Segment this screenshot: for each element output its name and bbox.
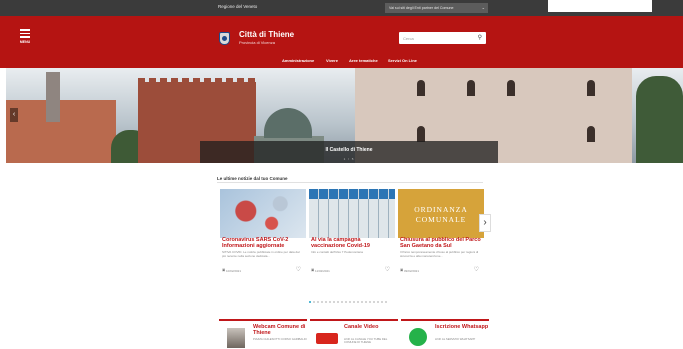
hero-bell-tower xyxy=(46,72,60,122)
news-card-title[interactable]: Coronavirus SARS CoV-2 Informazioni aggi… xyxy=(222,237,306,249)
heart-icon[interactable]: ♡ xyxy=(474,266,479,273)
slider-prev-button[interactable]: ‹ xyxy=(10,108,18,122)
slide-caption-title[interactable]: Il Castello di Thiene xyxy=(200,147,498,153)
pager-dot[interactable] xyxy=(341,301,343,303)
city-crest-logo[interactable] xyxy=(219,32,230,45)
divider xyxy=(217,182,483,183)
hero-slider[interactable]: ‹ Il Castello di Thiene 1 / 5 xyxy=(6,68,683,163)
hamburger-icon-bar xyxy=(20,36,30,38)
pager-dot[interactable] xyxy=(317,301,319,303)
pager-dot[interactable] xyxy=(329,301,331,303)
calendar-icon: ▣ xyxy=(400,268,404,272)
pager-dot[interactable] xyxy=(345,301,347,303)
region-link[interactable]: Regione del Veneto xyxy=(218,4,257,9)
site-title[interactable]: Città di Thiene xyxy=(239,30,294,39)
news-card-image-vaccine[interactable] xyxy=(309,189,395,238)
news-card-excerpt: Il Parco temporaneamente chiuso al pubbl… xyxy=(400,250,479,258)
top-bar: Regione del Veneto Vai sui siti degli En… xyxy=(0,0,683,16)
nav-item-amministrazione[interactable]: Amministrazione xyxy=(282,58,314,63)
service-card-whatsapp[interactable]: Iscrizione Whatsapp LINK AL SERVIZIO WHA… xyxy=(401,319,489,349)
pager-dot[interactable] xyxy=(369,301,371,303)
palace-window xyxy=(587,80,595,96)
whatsapp-icon xyxy=(409,328,427,346)
news-card-excerpt: SITIVA COVID. Le notizie pubblicate in o… xyxy=(222,250,300,258)
site-header: MENU Città di Thiene Provincia di Vicenz… xyxy=(0,16,683,68)
pager-dot[interactable] xyxy=(357,301,359,303)
pager-dot[interactable] xyxy=(365,301,367,303)
nav-item-servizi-online[interactable]: Servizi On Line xyxy=(388,58,417,63)
site-subtitle: Provincia di Vicenza xyxy=(239,40,275,45)
slide-caption: Il Castello di Thiene 1 / 5 xyxy=(200,141,498,163)
hero-tree-right xyxy=(636,76,683,163)
news-card-date: 09/02/2021 xyxy=(404,269,420,273)
service-desc: LINK AL CANALE YOU TUBE DEL COMUNE DI TH… xyxy=(344,337,388,345)
news-card-date: 11/02/2021 xyxy=(315,269,330,273)
service-title[interactable]: Iscrizione Whatsapp xyxy=(435,324,488,330)
news-section-title: Le ultime notizie dal tuo Comune xyxy=(217,176,288,181)
news-card[interactable]: Coronavirus SARS CoV-2 Informazioni aggi… xyxy=(220,189,306,276)
pager-dot[interactable] xyxy=(361,301,363,303)
calendar-icon: ▣ xyxy=(222,268,226,272)
news-card-title[interactable]: Chiusura al pubblico del Parco San Gaeta… xyxy=(400,237,484,249)
pager-dot[interactable] xyxy=(337,301,339,303)
login-area[interactable] xyxy=(548,0,652,12)
palace-window xyxy=(467,80,475,96)
news-card[interactable]: Al via la campagna vaccinazione Covid-19… xyxy=(309,189,395,276)
pager-dot[interactable] xyxy=(313,301,315,303)
webcam-thumbnail xyxy=(227,328,245,348)
nav-item-aree-tematiche[interactable]: Aree tematiche xyxy=(349,58,378,63)
chevron-down-icon: ⌄ xyxy=(481,5,485,10)
service-title[interactable]: Canale Video xyxy=(344,324,378,330)
search-box[interactable]: Cerca ⚲ xyxy=(399,32,486,44)
service-card-webcam[interactable]: Webcam Comune di Thiene PIAZZA CHILESOTT… xyxy=(219,319,307,349)
carousel-pager[interactable] xyxy=(309,290,389,308)
service-card-video[interactable]: Canale Video LINK AL CANALE YOU TUBE DEL… xyxy=(310,319,398,349)
news-card[interactable]: ORDINANZA COMUNALE Chiusura al pubblico … xyxy=(398,189,484,276)
slide-pager: 1 / 5 xyxy=(343,157,355,161)
news-card-image-coronavirus[interactable] xyxy=(220,189,306,238)
service-desc: PIAZZA CHILESOTTI CORSO GARIBALDI xyxy=(253,337,307,341)
news-card-excerpt: Info e contatti dell'Ulss 7 Pedemontana xyxy=(311,250,363,254)
pager-dot[interactable] xyxy=(381,301,383,303)
service-desc: LINK AL SERVIZIO WHATSAPP xyxy=(435,337,476,341)
pager-dot[interactable] xyxy=(349,301,351,303)
palace-window xyxy=(507,80,515,96)
news-card-date: 10/02/2021 xyxy=(226,269,242,273)
menu-button[interactable]: MENU xyxy=(17,27,33,49)
pager-dot[interactable] xyxy=(353,301,355,303)
pager-dot[interactable] xyxy=(321,301,323,303)
hamburger-icon xyxy=(20,29,30,31)
nav-item-vivere[interactable]: Vivere xyxy=(326,58,338,63)
heart-icon[interactable]: ♡ xyxy=(296,266,301,273)
news-card-title[interactable]: Al via la campagna vaccinazione Covid-19 xyxy=(311,237,395,249)
youtube-icon xyxy=(316,333,338,344)
palace-window xyxy=(417,80,425,96)
news-card-image-ordinanza[interactable]: ORDINANZA COMUNALE xyxy=(398,189,484,238)
hero-building-left xyxy=(6,100,116,163)
palace-window xyxy=(587,126,595,142)
pager-dot[interactable] xyxy=(325,301,327,303)
palace-window xyxy=(417,126,425,142)
heart-icon[interactable]: ♡ xyxy=(385,266,390,273)
pager-dot[interactable] xyxy=(373,301,375,303)
pager-dot[interactable] xyxy=(385,301,387,303)
ordinanza-image-text: ORDINANZA xyxy=(414,205,468,214)
service-title[interactable]: Webcam Comune di Thiene xyxy=(253,324,307,336)
menu-label: MENU xyxy=(19,40,31,44)
pager-dot[interactable] xyxy=(309,301,311,303)
pager-dot[interactable] xyxy=(377,301,379,303)
partner-sites-dropdown[interactable]: Vai sui siti degli Enti partner del Comu… xyxy=(385,3,488,13)
hamburger-icon-bar xyxy=(20,32,30,34)
carousel-next-button[interactable]: › xyxy=(479,214,491,232)
ordinanza-image-text: COMUNALE xyxy=(415,215,467,224)
pager-dot[interactable] xyxy=(333,301,335,303)
partner-sites-label: Vai sui siti degli Enti partner del Comu… xyxy=(389,6,454,10)
calendar-icon: ▣ xyxy=(311,268,315,272)
main-nav: Amministrazione Vivere Aree tematiche Se… xyxy=(0,58,683,68)
search-input[interactable]: Cerca xyxy=(403,36,414,41)
search-icon[interactable]: ⚲ xyxy=(478,34,482,41)
